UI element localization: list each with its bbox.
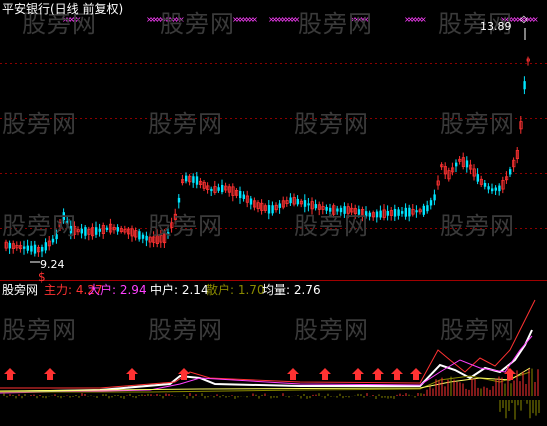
- indicator-value-4: 均量: 2.76: [262, 283, 321, 297]
- stock-chart-window: $ × × × × × × × × × × × × × × × × × × × × × × × × × × × × × × × × × × × × × ×…: [0, 0, 547, 426]
- watermark: 股旁网: [2, 110, 77, 138]
- candle-down: [185, 175, 188, 182]
- watermark: 股旁网: [160, 10, 235, 38]
- watermark: 股旁网: [440, 110, 515, 138]
- signal-marker: ×: [532, 15, 539, 24]
- signal-marker: ×: [251, 15, 258, 24]
- indicator-value-3: 散户: 1.70: [206, 283, 265, 297]
- buy-arrow-icon: [126, 368, 138, 380]
- candle-down: [491, 188, 494, 192]
- candle-down: [379, 210, 382, 218]
- low-signal-s: $: [38, 270, 46, 284]
- candle-down: [404, 207, 407, 217]
- candle-down: [289, 197, 292, 204]
- candle-down: [8, 242, 11, 249]
- candle-down: [393, 209, 397, 217]
- buy-arrow-icon: [352, 368, 364, 380]
- candle-down: [487, 186, 490, 190]
- candle-down: [278, 203, 281, 208]
- candle-down: [494, 187, 497, 191]
- watermark: 股旁网: [148, 110, 223, 138]
- watermark: 股旁网: [440, 212, 515, 240]
- candle-down: [408, 207, 411, 217]
- watermark: 股旁网: [2, 212, 77, 240]
- candle-down: [476, 174, 479, 182]
- buy-arrow-icon: [287, 368, 299, 380]
- watermark: 股旁网: [440, 316, 515, 344]
- candle-down: [239, 190, 242, 199]
- watermark: 股旁网: [294, 110, 369, 138]
- candle-down: [429, 200, 433, 206]
- candle-down: [221, 184, 224, 193]
- candle-down: [30, 245, 33, 252]
- candle-down: [375, 211, 379, 218]
- indicator-value-1: 大户: 2.94: [88, 283, 147, 297]
- candle-down: [386, 210, 389, 216]
- watermark: 股旁网: [2, 316, 77, 344]
- candle-down: [397, 209, 400, 216]
- candle-down: [23, 246, 26, 249]
- candle-down: [401, 211, 404, 214]
- candle-down: [138, 231, 141, 240]
- candle-down: [210, 188, 213, 192]
- candle-down: [80, 228, 83, 234]
- candle-down: [95, 227, 98, 235]
- candle-down: [249, 198, 253, 205]
- signal-marker: ×: [420, 15, 427, 24]
- indicator-value-2: 中户: 2.14: [150, 283, 209, 297]
- candle-down: [523, 81, 526, 90]
- candle-down: [33, 244, 37, 254]
- indicator-name[interactable]: 股旁网: [2, 283, 38, 297]
- diamond-marker: ◇: [520, 14, 528, 25]
- candle-down: [498, 185, 501, 192]
- candle-down: [267, 205, 271, 214]
- candle-down: [271, 205, 274, 214]
- candle-down: [242, 194, 245, 199]
- watermark: 股旁网: [298, 10, 373, 38]
- candle-down: [296, 198, 299, 205]
- watermark: 股旁网: [294, 316, 369, 344]
- buy-arrow-icon: [319, 368, 331, 380]
- buy-arrow-icon: [44, 368, 56, 380]
- candle-down: [195, 176, 199, 185]
- candle-down: [426, 205, 429, 212]
- candle-down: [141, 234, 145, 239]
- candle-down: [483, 182, 487, 187]
- buy-arrow-icon: [504, 368, 516, 380]
- candle-down: [415, 210, 418, 213]
- candle-down: [98, 228, 101, 232]
- candle-down: [84, 227, 87, 236]
- buy-arrow-icon: [4, 368, 16, 380]
- candle-down: [192, 176, 195, 183]
- candle-down: [44, 242, 47, 251]
- buy-arrow-icon: [391, 368, 403, 380]
- low-price-label: 9.24: [40, 258, 65, 271]
- candle-down: [41, 246, 44, 252]
- candle-down: [433, 194, 436, 201]
- watermark: 股旁网: [148, 212, 223, 240]
- candle-down: [105, 227, 109, 230]
- candle-down: [465, 160, 469, 168]
- high-price-label: 13.89: [480, 20, 512, 33]
- buy-arrow-icon: [372, 368, 384, 380]
- candle-down: [26, 245, 29, 251]
- buy-arrow-icon: [410, 368, 422, 380]
- candle-down: [455, 162, 458, 167]
- candle-down: [116, 227, 119, 232]
- candle-down: [177, 197, 181, 203]
- candle-down: [217, 187, 220, 191]
- chart-title: 平安银行(日线 前复权): [2, 2, 124, 16]
- candle-down: [509, 169, 512, 175]
- watermark: 股旁网: [294, 212, 369, 240]
- watermark: 股旁网: [148, 316, 223, 344]
- candle-down: [422, 205, 425, 215]
